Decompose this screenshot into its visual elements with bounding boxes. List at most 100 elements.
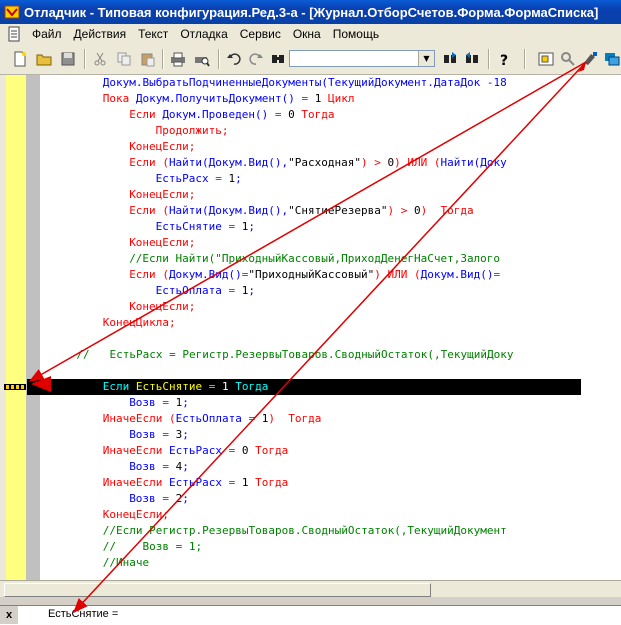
- code-line[interactable]: ЕстьОплата = 1;: [156, 283, 255, 299]
- help-icon[interactable]: ?: [494, 49, 514, 69]
- stack-icon[interactable]: [602, 49, 621, 69]
- print-preview-icon[interactable]: [192, 49, 212, 69]
- code-token: КонецЦикла;: [102, 316, 176, 329]
- breakpoint-gutter[interactable]: [6, 75, 26, 580]
- code-token: // Возв = 1;: [102, 540, 203, 553]
- code-line[interactable]: Пока Докум.ПолучитьДокумент() = 1 Цикл: [103, 91, 355, 107]
- code-line[interactable]: // ЕстьРасх = Регистр.РезервыТоваров.Сво…: [76, 347, 513, 363]
- code-line[interactable]: КонецЕсли;: [103, 507, 169, 523]
- watch-icon[interactable]: [580, 49, 600, 69]
- code-line[interactable]: //Если Найти("ПриходныйКассовый,ПриходДе…: [129, 251, 500, 267]
- code-line[interactable]: Если (Докум.Вид()="ПриходныйКассовый") И…: [129, 267, 500, 283]
- code-line[interactable]: Возв = 3;: [129, 427, 189, 443]
- menu-actions[interactable]: Действия: [68, 24, 133, 44]
- menu-help[interactable]: Помощь: [327, 24, 385, 44]
- code-line[interactable]: КонецЕсли;: [129, 187, 195, 203]
- code-token: КонецЕсли;: [129, 140, 196, 153]
- code-token: 1: [241, 476, 256, 489]
- open-folder-icon[interactable]: [34, 49, 54, 69]
- code-line[interactable]: ЕстьСнятие = 1;: [156, 219, 255, 235]
- code-line[interactable]: ИначеЕсли ЕстьРасх = 1 Тогда: [103, 475, 288, 491]
- code-token: ): [268, 412, 289, 425]
- code-token: =: [215, 172, 229, 185]
- code-line[interactable]: КонецЦикла;: [103, 315, 176, 331]
- code-token: Тогда: [440, 204, 474, 217]
- new-document-icon[interactable]: [10, 49, 30, 69]
- toolbar: ▼ ?: [0, 44, 621, 75]
- menu-text[interactable]: Текст: [132, 24, 174, 44]
- code-token: //Иначе: [102, 556, 150, 569]
- save-icon[interactable]: [58, 49, 78, 69]
- code-token: Докум.Проведен(): [162, 108, 275, 121]
- code-line[interactable]: КонецЕсли;: [129, 235, 195, 251]
- code-token: 0: [241, 444, 256, 457]
- code-token: КонецЕсли;: [129, 300, 196, 313]
- code-token: "СнятиеРезерва": [288, 204, 388, 217]
- menu-debug[interactable]: Отладка: [174, 24, 233, 44]
- code-line[interactable]: ИначеЕсли ЕстьРасх = 0 Тогда: [103, 443, 288, 459]
- toolbar-separator: [84, 49, 86, 69]
- toolbar-separator: [488, 49, 490, 69]
- code-area[interactable]: Докум.ВыбратьПодчиненныеДокументы(Текущи…: [40, 75, 621, 580]
- code-line[interactable]: Возв = 2;: [129, 491, 189, 507]
- document-icon[interactable]: [6, 26, 22, 42]
- print-icon[interactable]: [168, 49, 188, 69]
- code-line[interactable]: //Иначе: [103, 555, 149, 571]
- code-line[interactable]: Возв = 1;: [129, 395, 189, 411]
- code-line[interactable]: Если (Найти(Докум.Вид(),"Расходная") > 0…: [129, 155, 507, 171]
- close-icon[interactable]: x: [0, 606, 18, 624]
- code-token: ИначеЕсли: [102, 444, 170, 457]
- code-line[interactable]: //Если Регистр.РезервыТоваров.СводныйОст…: [103, 523, 507, 539]
- fold-gutter: [26, 75, 40, 580]
- code-line[interactable]: // Возв = 1;: [103, 539, 202, 555]
- code-token: (: [162, 268, 169, 281]
- code-line[interactable]: Если Докум.Проведен() = 0 Тогда: [129, 107, 334, 123]
- find-next-icon[interactable]: [440, 49, 460, 69]
- watch-panel[interactable]: x ЕстьСнятие =: [0, 605, 621, 625]
- current-position-marker-icon: [4, 384, 26, 390]
- menu-bar: Файл Действия Текст Отладка Сервис Окна …: [0, 24, 621, 44]
- code-line[interactable]: Продолжить;: [156, 123, 229, 139]
- code-line[interactable]: КонецЕсли;: [129, 139, 195, 155]
- menu-windows[interactable]: Окна: [287, 24, 327, 44]
- code-token: Тогда: [235, 380, 269, 393]
- code-line[interactable]: ИначеЕсли (ЕстьОплата = 1) Тогда: [103, 411, 322, 427]
- watch-expression: ЕстьСнятие =: [48, 608, 119, 620]
- scrollbar-thumb[interactable]: [4, 583, 431, 597]
- code-token: (: [162, 156, 169, 169]
- chevron-down-icon[interactable]: ▼: [418, 51, 434, 66]
- code-token: "ПриходныйКассовый": [248, 268, 375, 281]
- module-tree-icon[interactable]: [536, 49, 556, 69]
- title-bar[interactable]: Отладчик - Типовая конфигурация.Ред.3-а …: [0, 0, 621, 24]
- code-line[interactable]: Если (Найти(Докум.Вид(),"СнятиеРезерва")…: [129, 203, 473, 219]
- menu-service[interactable]: Сервис: [234, 24, 287, 44]
- search-combo[interactable]: ▼: [289, 50, 435, 67]
- code-token: =: [248, 412, 262, 425]
- toolbar-separator: [162, 49, 164, 69]
- copy-icon[interactable]: [114, 49, 134, 69]
- code-line[interactable]: ЕстьРасх = 1;: [156, 171, 242, 187]
- undo-icon[interactable]: [224, 49, 244, 69]
- menu-file[interactable]: Файл: [26, 24, 68, 44]
- code-line[interactable]: Докум.ВыбратьПодчиненныеДокументы(Текущи…: [103, 75, 507, 91]
- code-token: (: [169, 412, 176, 425]
- calculate-expression-icon[interactable]: [558, 49, 578, 69]
- find-prev-icon[interactable]: [462, 49, 482, 69]
- code-token: Если: [129, 108, 163, 121]
- paste-icon[interactable]: [138, 49, 158, 69]
- code-editor[interactable]: Докум.ВыбратьПодчиненныеДокументы(Текущи…: [0, 75, 621, 580]
- code-token: ЕстьСнятие: [135, 380, 209, 393]
- code-token: 1: [314, 92, 328, 105]
- find-icon[interactable]: [268, 49, 288, 69]
- redo-icon[interactable]: [246, 49, 266, 69]
- code-line[interactable]: Возв = 4;: [129, 459, 189, 475]
- code-line-current[interactable]: Если ЕстьСнятие = 1 Тогда: [103, 379, 269, 395]
- cut-icon[interactable]: [90, 49, 110, 69]
- code-token: =: [228, 220, 242, 233]
- code-line[interactable]: КонецЕсли;: [129, 299, 195, 315]
- svg-text:?: ?: [500, 53, 508, 67]
- horizontal-scrollbar[interactable]: [0, 580, 621, 598]
- code-token: =: [228, 444, 242, 457]
- code-token: ;: [182, 396, 189, 409]
- code-token: =: [228, 284, 242, 297]
